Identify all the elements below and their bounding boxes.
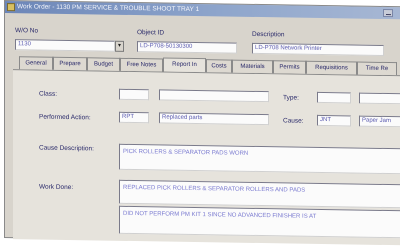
tab-free-notes[interactable]: Free Notes: [120, 57, 163, 72]
class-code-field[interactable]: [119, 88, 149, 101]
type-label: Type:: [283, 94, 299, 102]
work-done-line-1[interactable]: REPLACED PICK ROLLERS & SEPARATOR ROLLER…: [119, 179, 400, 209]
tab-materials[interactable]: Materials: [232, 59, 273, 74]
performed-action-label: Performed Action:: [39, 113, 91, 122]
description-label: Description: [252, 30, 285, 39]
cause-code-field[interactable]: JNT: [317, 114, 351, 127]
class-label: Class:: [39, 90, 58, 98]
tab-budget[interactable]: Budget: [87, 57, 120, 71]
tab-permits[interactable]: Permits: [273, 60, 306, 74]
minimize-button[interactable]: [383, 8, 393, 18]
performed-action-description-field[interactable]: Replaced parts: [159, 112, 269, 126]
description-field[interactable]: LD-P708 Network Printer: [252, 42, 384, 56]
tab-general[interactable]: General: [19, 56, 53, 70]
work-done-line-2[interactable]: DID NOT PERFORM PM KIT 1 SINCE NO ADVANC…: [119, 205, 400, 239]
tab-time-report[interactable]: Time Re: [357, 61, 397, 76]
cause-description-textarea[interactable]: PICK ROLLERS & SEPARATOR PADS WORN: [119, 143, 400, 175]
report-in-panel: Class: Type: Performed Action: RPT Repla…: [13, 69, 400, 246]
object-id-field[interactable]: LD-P708-50130300: [137, 41, 237, 54]
wo-no-dropdown-button[interactable]: ▼: [115, 40, 124, 52]
tab-report-in[interactable]: Report In: [163, 57, 206, 73]
window-title: Work Order - 1130 PM SERVICE & TROUBLE S…: [17, 3, 200, 14]
cause-label: Cause:: [283, 117, 304, 125]
app-icon: [7, 3, 15, 12]
type-description-field[interactable]: [359, 92, 400, 105]
title-bar: Work Order - 1130 PM SERVICE & TROUBLE S…: [5, 1, 400, 20]
class-description-field[interactable]: [159, 89, 269, 103]
cause-description-label: Cause Description:: [39, 144, 94, 153]
work-done-label: Work Done:: [39, 183, 74, 192]
object-id-label: Object ID: [137, 29, 165, 37]
wo-no-field[interactable]: 1130: [15, 39, 115, 52]
type-code-field[interactable]: [317, 91, 351, 104]
performed-action-code-field[interactable]: RPT: [119, 111, 149, 124]
tab-requisitions[interactable]: Requisitions: [306, 60, 357, 75]
work-order-window: Work Order - 1130 PM SERVICE & TROUBLE S…: [4, 0, 400, 246]
wo-no-label: W/O No: [15, 27, 39, 35]
cause-description-field[interactable]: Paper Jam: [359, 115, 400, 128]
tab-costs[interactable]: Costs: [206, 59, 232, 73]
tab-prepare[interactable]: Prepare: [53, 56, 87, 71]
